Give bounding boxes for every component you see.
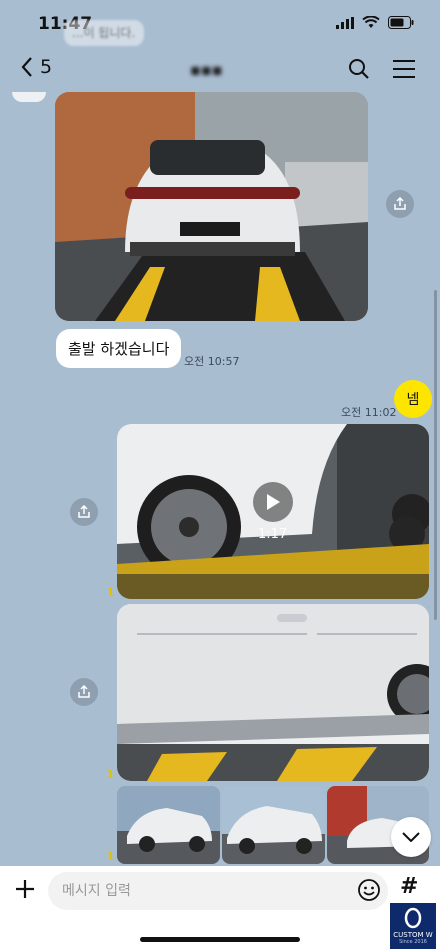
- chat-title: ▪▪▪: [190, 60, 223, 79]
- photo-grid-item-2[interactable]: [222, 786, 325, 864]
- faded-previous-message: ...이 됩니다.: [64, 20, 144, 46]
- outgoing-timestamp: 오전 11:02: [341, 406, 397, 419]
- chevron-left-icon: [21, 57, 32, 77]
- scrollbar[interactable]: [434, 290, 437, 620]
- video-duration: 1:17: [258, 527, 288, 542]
- chevron-down-icon: [402, 832, 420, 842]
- share-icon: [78, 505, 90, 518]
- logo-subtext: Since 2016: [399, 939, 427, 945]
- outgoing-message-bubble[interactable]: 넴: [394, 380, 432, 418]
- photo-message-car-side[interactable]: [117, 604, 429, 781]
- share-button[interactable]: [70, 498, 98, 526]
- hashtag-search-button[interactable]: #: [400, 874, 418, 899]
- scroll-down-button[interactable]: [391, 817, 431, 857]
- chat-header: 5 ▪▪▪: [0, 46, 440, 96]
- unread-count: 1: [107, 586, 115, 599]
- unread-count: 1: [107, 768, 115, 781]
- plus-icon[interactable]: [13, 877, 37, 901]
- status-icons: [336, 16, 414, 29]
- share-button[interactable]: [70, 678, 98, 706]
- watermark-logo: CUSTOM W Since 2016: [390, 903, 436, 949]
- photo-message-car-rear[interactable]: [55, 92, 368, 321]
- search-icon[interactable]: [348, 58, 370, 80]
- share-button[interactable]: [386, 190, 414, 218]
- wifi-icon: [362, 16, 380, 28]
- unread-count: 1: [107, 850, 115, 863]
- incoming-timestamp: 오전 10:57: [184, 355, 240, 368]
- back-button[interactable]: 5: [20, 56, 52, 78]
- share-icon: [394, 197, 406, 210]
- photo-grid-item-1[interactable]: [117, 786, 220, 864]
- signal-icon: [336, 16, 354, 29]
- play-button[interactable]: [253, 482, 293, 522]
- share-icon: [78, 685, 90, 698]
- message-input[interactable]: 메시지 입력: [48, 872, 388, 910]
- emoji-icon[interactable]: [357, 878, 381, 902]
- unread-chat-count: 5: [40, 56, 53, 78]
- menu-icon[interactable]: [392, 58, 416, 80]
- avatar[interactable]: [12, 92, 46, 102]
- home-indicator: [140, 937, 300, 942]
- battery-icon: [388, 16, 414, 29]
- logo-ring-icon: [404, 907, 422, 929]
- logo-text: CUSTOM W: [393, 931, 433, 939]
- play-icon: [267, 494, 280, 510]
- incoming-message-bubble[interactable]: 출발 하겠습니다: [56, 329, 182, 368]
